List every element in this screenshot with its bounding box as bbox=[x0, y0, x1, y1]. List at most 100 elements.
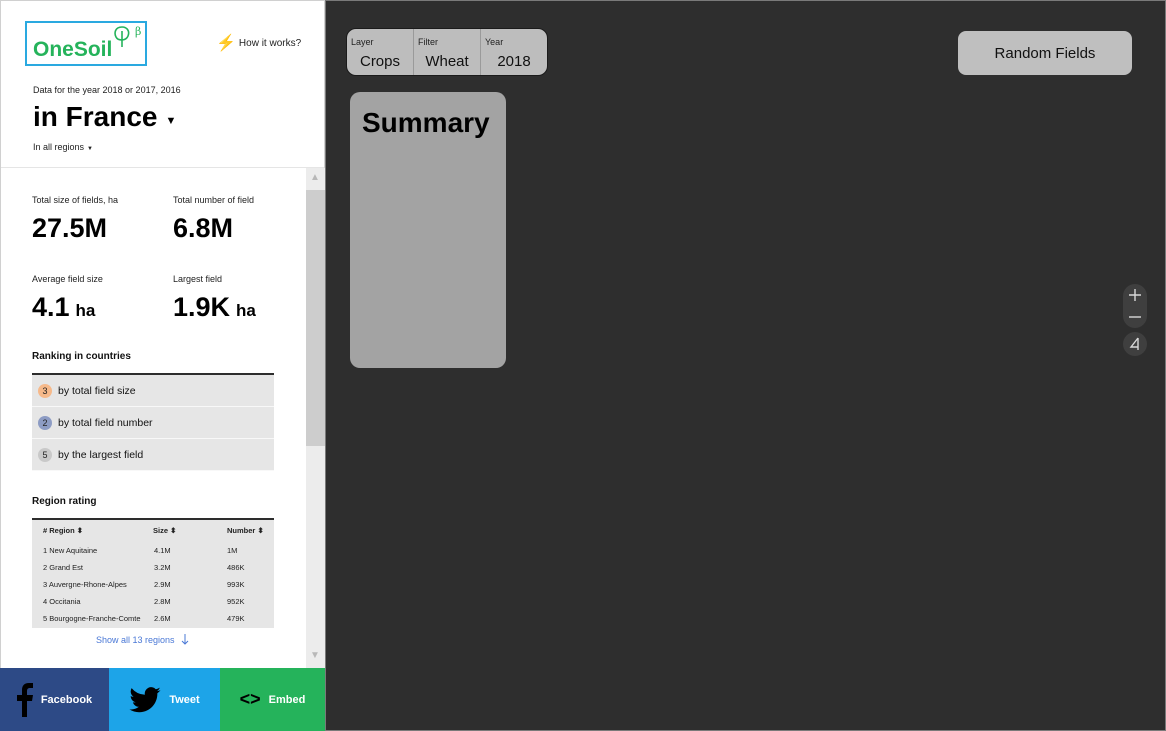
year-value: 2018 bbox=[497, 53, 531, 70]
how-it-works-link[interactable]: ⚡ How it works? bbox=[216, 34, 302, 52]
region-header-label: # Region bbox=[43, 526, 75, 535]
ranking-label: by total field number bbox=[58, 416, 153, 429]
region-name[interactable]: 3 Auvergne-Rhone-Alpes bbox=[43, 580, 127, 589]
zoom-control bbox=[1123, 284, 1147, 328]
scroll-up-arrow-icon[interactable]: ▲ bbox=[310, 172, 320, 183]
region-number: 1M bbox=[227, 546, 238, 555]
region-table: # Region ⬍ Size ⬍ Number ⬍ 1 New Aquitai… bbox=[32, 518, 274, 628]
compass-button[interactable] bbox=[1123, 332, 1147, 356]
number-column-header[interactable]: Number ⬍ bbox=[227, 526, 264, 535]
region-column-header[interactable]: # Region ⬍ bbox=[43, 526, 83, 535]
layer-value: Crops bbox=[359, 53, 400, 70]
ranking-list: 3 by total field size 2 by total field n… bbox=[32, 373, 274, 471]
region-size: 3.2M bbox=[154, 563, 171, 572]
twitter-icon bbox=[129, 686, 161, 712]
show-all-label: Show all 13 regions bbox=[96, 634, 175, 645]
arrow-down-icon bbox=[181, 634, 188, 645]
how-it-works-label: How it works? bbox=[238, 38, 302, 49]
embed-code-icon: <> bbox=[239, 689, 261, 709]
number-header-label: Number bbox=[227, 526, 256, 535]
facebook-share-button[interactable]: Facebook bbox=[0, 668, 109, 731]
avg-size-label: Average field size bbox=[32, 274, 103, 284]
ranking-label: by total field size bbox=[58, 384, 136, 397]
rank-badge: 5 bbox=[38, 447, 52, 462]
scroll-down-arrow-icon[interactable]: ▼ bbox=[310, 650, 320, 661]
size-header-label: Size bbox=[153, 526, 169, 535]
ranking-title: Ranking in countries bbox=[32, 351, 131, 362]
tweet-label: Tweet bbox=[169, 693, 200, 706]
region-name[interactable]: 2 Grand Est bbox=[43, 563, 83, 572]
region-number: 952K bbox=[227, 597, 245, 606]
region-size: 2.6M bbox=[154, 614, 171, 623]
leaf-icon bbox=[114, 26, 130, 47]
region-name[interactable]: 4 Occitania bbox=[43, 597, 81, 606]
facebook-label: Facebook bbox=[40, 693, 93, 706]
tweet-button[interactable]: Tweet bbox=[109, 668, 220, 731]
avg-size-number: 4.1 bbox=[32, 292, 70, 322]
lightning-icon: ⚡ bbox=[216, 34, 236, 52]
size-column-header[interactable]: Size ⬍ bbox=[153, 526, 176, 535]
map-area[interactable]: Layer Crops Filter Wheat Year 2018 Rando… bbox=[325, 0, 1166, 731]
filter-label: Filter bbox=[418, 37, 438, 47]
region-number: 479K bbox=[227, 614, 245, 623]
region-name[interactable]: 5 Bourgogne-Franche-Comte bbox=[43, 614, 141, 623]
region-selector[interactable]: In all regions ▼ bbox=[33, 142, 93, 152]
zoom-in-button[interactable] bbox=[1123, 284, 1147, 306]
filter-value: Wheat bbox=[425, 53, 469, 70]
caret-down-icon: ▼ bbox=[87, 146, 93, 152]
region-size: 2.9M bbox=[154, 580, 171, 589]
largest-field-value: 1.9K ha bbox=[173, 292, 256, 323]
logo-text: OneSoil bbox=[33, 38, 113, 61]
sort-icon: ⬍ bbox=[170, 526, 177, 535]
scroll-thumb[interactable] bbox=[306, 190, 325, 446]
sort-icon: ⬍ bbox=[257, 526, 264, 535]
summary-card: Summary bbox=[350, 92, 506, 368]
caret-down-icon: ▼ bbox=[165, 115, 177, 127]
data-year-note: Data for the year 2018 or 2017, 2016 bbox=[33, 85, 181, 95]
country-selector[interactable]: in France ▼ bbox=[33, 101, 176, 133]
summary-title: Summary bbox=[362, 107, 490, 138]
random-fields-button[interactable]: Random Fields bbox=[958, 31, 1132, 75]
beta-badge: β bbox=[135, 25, 142, 38]
year-label: Year bbox=[485, 37, 504, 47]
total-number-label: Total number of field bbox=[173, 195, 255, 205]
total-size-label: Total size of fields, ha bbox=[32, 195, 119, 205]
ranking-item[interactable]: 3 by total field size bbox=[32, 375, 274, 407]
layer-dropdown[interactable]: Layer Crops bbox=[347, 29, 414, 75]
embed-label: Embed bbox=[268, 693, 306, 706]
ranking-item[interactable]: 5 by the largest field bbox=[32, 439, 274, 471]
share-bar: Facebook Tweet <> Embed bbox=[0, 668, 325, 731]
largest-field-label: Largest field bbox=[173, 274, 223, 284]
sidebar-scrollbar[interactable]: ▲ ▼ bbox=[306, 168, 325, 668]
avg-size-value: 4.1 ha bbox=[32, 292, 95, 323]
total-number-value: 6.8M bbox=[173, 213, 234, 243]
region-number: 486K bbox=[227, 563, 245, 572]
sort-icon: ⬍ bbox=[76, 526, 84, 535]
ranking-item[interactable]: 2 by total field number bbox=[32, 407, 274, 439]
largest-field-number: 1.9K bbox=[173, 292, 231, 322]
ranking-label: by the largest field bbox=[58, 448, 144, 461]
region-selector-label: In all regions bbox=[33, 142, 85, 152]
country-name: in France bbox=[33, 101, 158, 132]
onesoil-logo[interactable]: OneSoil β bbox=[25, 21, 147, 66]
minus-icon bbox=[1129, 316, 1141, 318]
year-dropdown[interactable]: Year 2018 bbox=[481, 29, 547, 75]
rank-badge: 2 bbox=[38, 415, 52, 430]
rank-badge: 3 bbox=[38, 383, 52, 398]
compass-arrow-icon bbox=[1129, 337, 1139, 350]
facebook-icon bbox=[16, 682, 33, 717]
filter-dropdown[interactable]: Filter Wheat bbox=[414, 29, 481, 75]
region-size: 4.1M bbox=[154, 546, 171, 555]
layer-label: Layer bbox=[351, 37, 374, 47]
layer-filter-year-bar: Layer Crops Filter Wheat Year 2018 bbox=[346, 28, 548, 76]
embed-button[interactable]: <> Embed bbox=[220, 668, 325, 731]
divider bbox=[1, 167, 324, 168]
show-all-regions-link[interactable]: Show all 13 regions bbox=[96, 634, 189, 645]
sidebar: OneSoil β ⚡ How it works? Data for the y… bbox=[0, 0, 325, 731]
avg-size-unit: ha bbox=[75, 301, 96, 320]
region-size: 2.8M bbox=[154, 597, 171, 606]
region-name[interactable]: 1 New Aquitaine bbox=[43, 546, 97, 555]
largest-field-unit: ha bbox=[236, 301, 256, 320]
region-rating-title: Region rating bbox=[32, 496, 97, 507]
zoom-out-button[interactable] bbox=[1123, 306, 1147, 328]
